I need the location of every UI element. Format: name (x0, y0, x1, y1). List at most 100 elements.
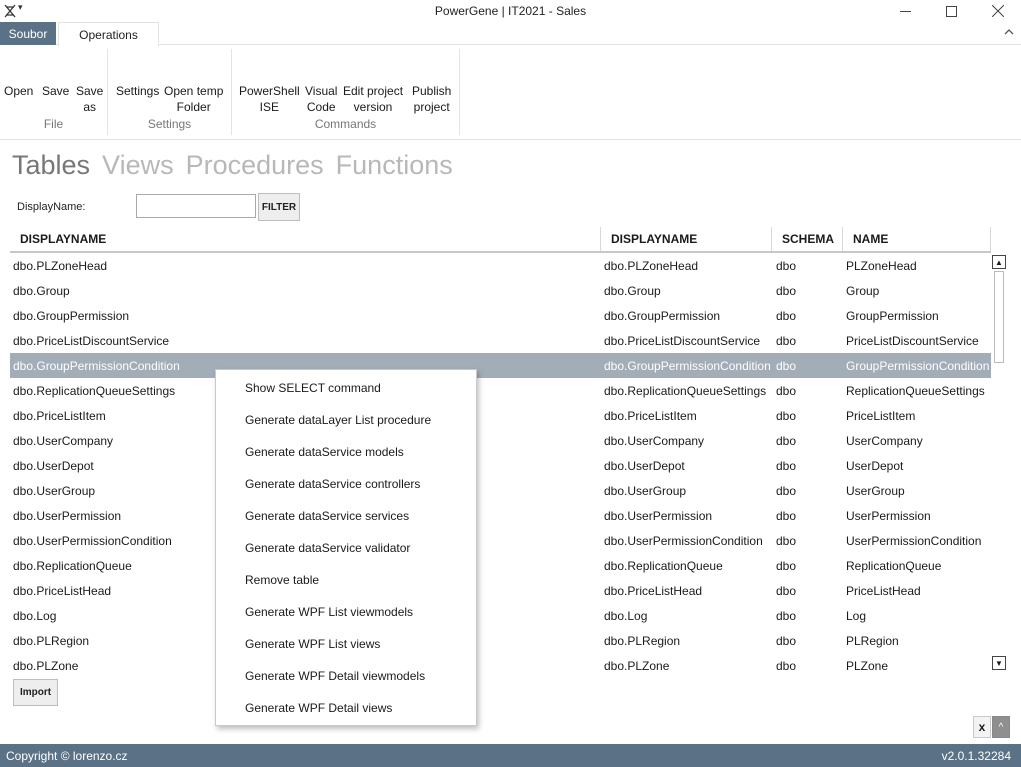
table-row[interactable]: dbo.PriceListItem dbo.PriceListItem dbo Pri… (10, 403, 991, 428)
save-as-button[interactable]: Save as (76, 83, 103, 115)
object-type-tabs: Tables Views Procedures Functions (12, 150, 453, 184)
close-icon (992, 5, 1004, 17)
scroll-thumb[interactable] (994, 271, 1004, 363)
column-header-schema[interactable]: SCHEMA (772, 227, 843, 251)
table-row[interactable]: dbo.GroupPermissionCondition dbo.GroupPer… (10, 353, 991, 378)
column-header-displayname[interactable]: DISPLAYNAME (10, 227, 601, 251)
context-menu-item[interactable]: Generate WPF Detail views (245, 692, 470, 724)
cell-displayname-2: dbo.ReplicationQueue (604, 558, 723, 573)
context-menu-item[interactable]: Generate WPF List views (245, 628, 470, 660)
scroll-up-button[interactable]: ▲ (992, 255, 1006, 269)
ribbon-group-commands: PowerShell ISE Visual Code Edit project ver… (232, 49, 460, 135)
ribbon-group-label-settings: Settings (147, 117, 192, 131)
tab-procedures[interactable]: Procedures (186, 150, 324, 184)
edit-project-version-button[interactable]: Edit project version (343, 83, 403, 115)
table-row[interactable]: dbo.Log dbo.Log dbo Log (10, 603, 991, 628)
cell-schema: dbo (776, 483, 797, 498)
cell-displayname-2: dbo.UserDepot (604, 458, 685, 473)
context-menu-item[interactable]: Remove table (245, 564, 470, 596)
publish-project-button[interactable]: Publish project (412, 83, 451, 115)
context-menu-item[interactable]: Generate dataService controllers (245, 468, 470, 500)
cell-name: PLZoneHead (846, 258, 917, 273)
cell-displayname-2: dbo.PLRegion (604, 633, 681, 648)
table-row[interactable]: dbo.UserPermission dbo.UserPermission dbo U… (10, 503, 991, 528)
settings-label: Settings (116, 84, 160, 98)
save-button[interactable]: Save (42, 83, 69, 99)
save-as-label-line2: as (83, 100, 97, 114)
close-button[interactable] (975, 0, 1021, 22)
cell-schema: dbo (776, 458, 797, 473)
minimize-icon (899, 10, 911, 12)
table-row[interactable]: dbo.UserDepot dbo.UserDepot dbo UserDepot (10, 453, 991, 478)
table-row[interactable]: dbo.UserPermissionCondition dbo.UserPermi… (10, 528, 991, 553)
table-row[interactable]: dbo.ReplicationQueue dbo.ReplicationQueue… (10, 553, 991, 578)
tab-operations[interactable]: Operations (58, 22, 159, 46)
cell-schema: dbo (776, 508, 797, 523)
column-header-displayname-2[interactable]: DISPLAYNAME (601, 227, 772, 251)
cell-schema: dbo (776, 258, 797, 273)
visual-code-button[interactable]: Visual Code (305, 83, 337, 115)
cell-displayname-2: dbo.PriceListDiscountService (604, 333, 761, 348)
table-row[interactable]: dbo.GroupPermission dbo.GroupPermission db… (10, 303, 991, 328)
table-row[interactable]: dbo.PLRegion dbo.PLRegion dbo PLRegion (10, 628, 991, 653)
cell-name: Log (846, 608, 867, 623)
cell-name: UserDepot (846, 458, 904, 473)
context-menu-item[interactable]: Generate dataService validator (245, 532, 470, 564)
powershell-ise-button[interactable]: PowerShell ISE (239, 83, 300, 115)
scroll-down-button[interactable]: ▼ (992, 656, 1006, 670)
tab-tables[interactable]: Tables (12, 150, 90, 184)
table-row[interactable]: dbo.PLZone dbo.PLZone dbo PLZone (10, 653, 991, 678)
open-temp-label-line1: Open temp (164, 84, 224, 98)
version-text: v2.0.1.32284 (941, 749, 1011, 763)
cell-displayname-2: dbo.GroupPermissionCondition (604, 358, 771, 373)
table-row[interactable]: dbo.Group dbo.Group dbo Group (10, 278, 991, 303)
import-button[interactable]: Import (13, 679, 58, 706)
table-row[interactable]: dbo.PLZoneHead dbo.PLZoneHead dbo PLZoneHea… (10, 253, 991, 278)
filter-button[interactable]: FILTER (258, 193, 300, 221)
context-menu-item[interactable]: Generate dataLayer List procedure (245, 404, 470, 436)
table-row[interactable]: dbo.PriceListDiscountService dbo.PriceLis… (10, 328, 991, 353)
displayname-filter-input[interactable] (136, 194, 256, 218)
context-menu-item[interactable]: Show SELECT command (245, 372, 470, 404)
context-menu-item[interactable]: Generate dataService services (245, 500, 470, 532)
cell-name: ReplicationQueueSettings (846, 383, 985, 398)
window-title: PowerGene | IT2021 - Sales (434, 4, 587, 18)
cell-name: PriceListDiscountService (846, 333, 979, 348)
mini-panel-expand-button[interactable]: ^ (992, 716, 1010, 738)
table-row[interactable]: dbo.PriceListHead dbo.PriceListHead dbo Pri… (10, 578, 991, 603)
cell-displayname-2: dbo.Log (604, 608, 648, 623)
cell-displayname-2: dbo.Group (604, 283, 661, 298)
ribbon-group-label-commands: Commands (314, 117, 377, 131)
column-header-name[interactable]: NAME (843, 227, 991, 251)
tab-views[interactable]: Views (102, 150, 174, 184)
settings-button[interactable]: Settings (116, 83, 159, 99)
grid-vertical-scrollbar[interactable]: ▲ ▼ (991, 253, 1007, 677)
minimize-button[interactable] (882, 0, 928, 22)
context-menu-item[interactable]: Generate WPF Detail viewmodels (245, 660, 470, 692)
cell-name: UserPermission (846, 508, 931, 523)
table-row[interactable]: dbo.ReplicationQueueSettings dbo.Replicat… (10, 378, 991, 403)
tab-soubor[interactable]: Soubor (0, 22, 56, 45)
cell-name: GroupPermission (846, 308, 939, 323)
cell-name: PriceListHead (846, 583, 921, 598)
cell-schema: dbo (776, 283, 797, 298)
maximize-button[interactable] (928, 0, 974, 22)
context-menu-item[interactable]: Generate WPF List viewmodels (245, 596, 470, 628)
vc-label-line1: Visual (305, 84, 338, 98)
table-row[interactable]: dbo.UserCompany dbo.UserCompany dbo UserCom… (10, 428, 991, 453)
open-temp-folder-button[interactable]: Open temp Folder (164, 83, 223, 115)
chevron-up-icon: ^ (998, 721, 1004, 733)
cell-displayname-2: dbo.UserCompany (604, 433, 705, 448)
tables-grid: dbo.PLZoneHead dbo.PLZoneHead dbo PLZoneHea… (10, 253, 991, 678)
cell-displayname-2: dbo.GroupPermission (604, 308, 721, 323)
mini-panel-close-button[interactable]: x (973, 716, 991, 738)
open-button[interactable]: Open (4, 83, 33, 99)
cell-displayname-2: dbo.UserPermissionCondition (604, 533, 763, 548)
collapse-ribbon-icon[interactable] (1003, 26, 1015, 38)
open-temp-label-line2: Folder (176, 100, 211, 114)
cell-schema: dbo (776, 408, 797, 423)
status-bar: Copyright © lorenzo.cz v2.0.1.32284 (0, 744, 1021, 767)
context-menu-item[interactable]: Generate dataService models (245, 436, 470, 468)
tab-functions[interactable]: Functions (336, 150, 453, 184)
table-row[interactable]: dbo.UserGroup dbo.UserGroup dbo UserGroup (10, 478, 991, 503)
